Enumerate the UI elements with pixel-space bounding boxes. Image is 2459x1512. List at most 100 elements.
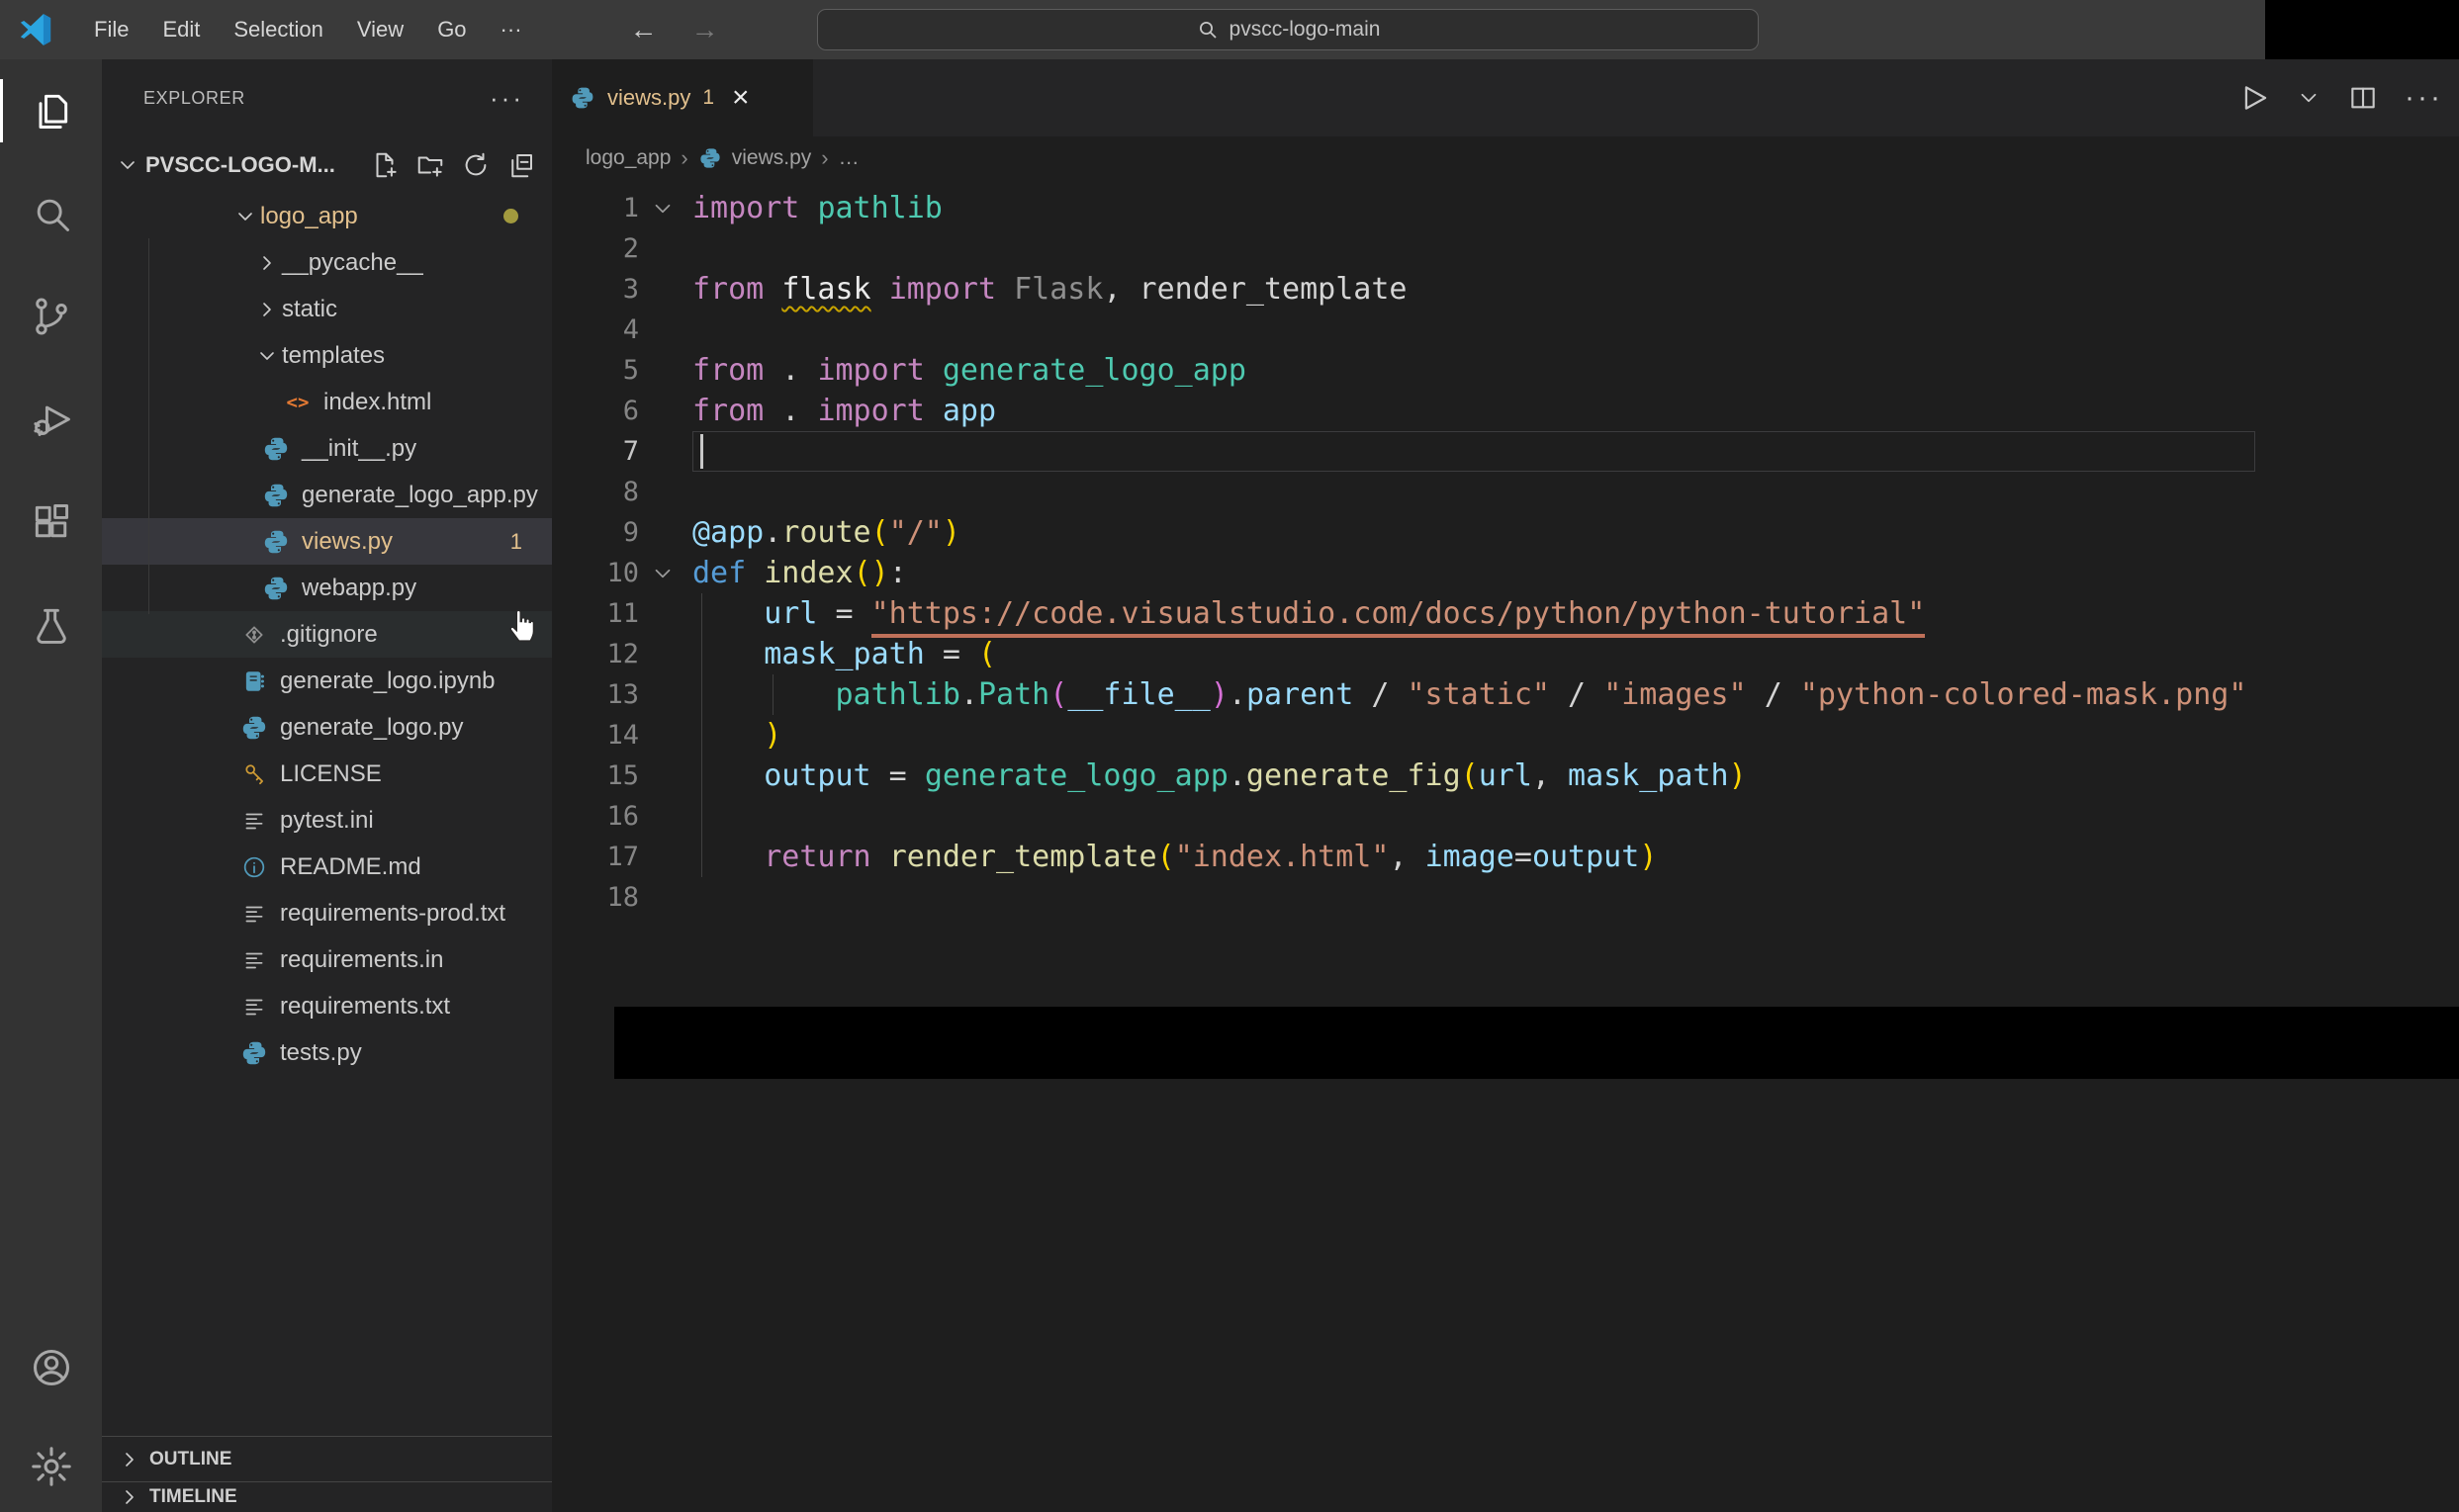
- new-file-button[interactable]: [370, 150, 400, 180]
- code-token: mask_path: [764, 637, 925, 671]
- nav-forward-button[interactable]: →: [691, 14, 719, 45]
- tree-item-label: README.md: [280, 852, 421, 880]
- code-line-8[interactable]: 8: [552, 472, 2459, 512]
- code-token: (: [1049, 677, 1068, 712]
- tree-item-generate-logo-app.py[interactable]: generate_logo_app.py: [102, 472, 552, 518]
- refresh-button[interactable]: [461, 150, 491, 180]
- outline-section-header[interactable]: OUTLINE: [102, 1436, 552, 1481]
- code-token: .: [1228, 758, 1246, 793]
- code-token: url: [764, 596, 818, 631]
- project-root-folder[interactable]: PVSCC-LOGO-M...: [102, 136, 552, 193]
- activitybar-search-button[interactable]: [0, 162, 102, 265]
- problems-badge: 1: [509, 528, 522, 554]
- code-line-11[interactable]: 11 url = "https://code.visualstudio.com/…: [552, 593, 2459, 638]
- tree-item-requirements.in[interactable]: requirements.in: [102, 936, 552, 983]
- tab-views-py[interactable]: views.py 1 ×: [552, 59, 813, 136]
- new-folder-button[interactable]: [415, 150, 445, 180]
- code-line-16[interactable]: 16: [552, 796, 2459, 837]
- notebook-file-icon: [240, 667, 268, 695]
- more-menus-button[interactable]: ···: [484, 0, 539, 59]
- tree-item-requirements.txt[interactable]: requirements.txt: [102, 983, 552, 1029]
- activitybar-testing-button[interactable]: [0, 574, 102, 676]
- code-line-7[interactable]: 7: [552, 431, 2459, 472]
- tree-item-tests.py[interactable]: tests.py: [102, 1029, 552, 1076]
- code-line-2[interactable]: 2: [552, 228, 2459, 269]
- line-number: 10: [606, 558, 639, 588]
- git-file-icon: [240, 621, 268, 649]
- tree-item-views.py[interactable]: views.py 1: [102, 518, 552, 565]
- command-center-search[interactable]: pvscc-logo-main: [817, 9, 1759, 50]
- code-token: .: [764, 515, 782, 550]
- menu-file[interactable]: File: [77, 0, 145, 59]
- code-line-17[interactable]: 17 return render_template("index.html", …: [552, 837, 2459, 877]
- tree-item-static[interactable]: static: [102, 286, 552, 332]
- tree-item-.gitignore[interactable]: .gitignore: [102, 611, 552, 658]
- close-icon[interactable]: ×: [732, 83, 750, 113]
- code-line-4[interactable]: 4: [552, 310, 2459, 350]
- collapse-all-button[interactable]: [506, 150, 536, 180]
- code-line-13[interactable]: 13 pathlib.Path(__file__).parent / "stat…: [552, 674, 2459, 715]
- tree-item--init-.py[interactable]: __init__.py: [102, 425, 552, 472]
- fold-chevron-icon[interactable]: [639, 561, 686, 586]
- activitybar-explorer-button[interactable]: [0, 59, 102, 162]
- activity-bar: [0, 59, 102, 1512]
- code-line-9[interactable]: 9 @app.route("/"): [552, 512, 2459, 553]
- line-number: 2: [622, 233, 639, 264]
- nav-back-button[interactable]: ←: [630, 14, 658, 45]
- tree-item-pytest.ini[interactable]: pytest.ini: [102, 797, 552, 844]
- line-number: 14: [606, 720, 639, 751]
- more-actions-button[interactable]: ···: [2405, 81, 2443, 115]
- activitybar-extensions-button[interactable]: [0, 471, 102, 574]
- tree-item-label: requirements.in: [280, 945, 444, 973]
- code-line-1[interactable]: 1 import pathlib: [552, 188, 2459, 228]
- code-token: app: [942, 394, 997, 428]
- tree-item-index.html[interactable]: <> index.html: [102, 379, 552, 425]
- run-button[interactable]: [2236, 81, 2270, 115]
- activitybar-source-control-button[interactable]: [0, 265, 102, 368]
- breadcrumb-symbol[interactable]: …: [839, 146, 860, 170]
- code-line-5[interactable]: 5 from . import generate_logo_app: [552, 350, 2459, 391]
- breadcrumb-file[interactable]: views.py: [732, 146, 812, 170]
- code-line-3[interactable]: 3 from flask import Flask, render_templat…: [552, 269, 2459, 310]
- code-line-18[interactable]: 18: [552, 877, 2459, 918]
- fold-chevron-icon[interactable]: [639, 196, 686, 222]
- menu-selection[interactable]: Selection: [217, 0, 340, 59]
- tree-item-requirements-prod.txt[interactable]: requirements-prod.txt: [102, 890, 552, 936]
- tree-item-license[interactable]: LICENSE: [102, 751, 552, 797]
- menu-go[interactable]: Go: [420, 0, 483, 59]
- outline-label: OUTLINE: [149, 1448, 232, 1469]
- activitybar-settings-button[interactable]: [0, 1417, 102, 1512]
- code-editor[interactable]: 1 import pathlib 2 3 from flask import Flask…: [552, 180, 2459, 1512]
- explorer-more-actions-button[interactable]: ···: [490, 83, 524, 114]
- code-line-10[interactable]: 10 def index():: [552, 553, 2459, 593]
- run-dropdown-button[interactable]: [2296, 85, 2322, 111]
- tree-item-generate-logo.py[interactable]: generate_logo.py: [102, 704, 552, 751]
- tree-item-templates[interactable]: templates: [102, 332, 552, 379]
- tree-item-logo-app[interactable]: logo_app: [102, 193, 552, 239]
- code-line-6[interactable]: 6 from . import app: [552, 391, 2459, 431]
- account-icon: [29, 1345, 74, 1390]
- tree-item-generate-logo.ipynb[interactable]: generate_logo.ipynb: [102, 658, 552, 704]
- code-text: @app.route("/"): [686, 515, 960, 550]
- menu-view[interactable]: View: [340, 0, 420, 59]
- breadcrumb-folder[interactable]: logo_app: [586, 146, 671, 170]
- activitybar-run-debug-button[interactable]: [0, 368, 102, 471]
- code-line-14[interactable]: 14 ): [552, 715, 2459, 756]
- command-center-query: pvscc-logo-main: [1229, 18, 1381, 41]
- tree-item--pycache-[interactable]: __pycache__: [102, 239, 552, 286]
- code-token: ): [1210, 677, 1229, 712]
- split-editor-button[interactable]: [2347, 82, 2379, 114]
- vscode-window: File Edit Selection View Go ··· ← → pvscc-log…: [0, 0, 2459, 1512]
- timeline-section-header[interactable]: TIMELINE: [102, 1481, 552, 1512]
- line-number: 1: [622, 193, 639, 223]
- code-token: parent: [1245, 677, 1354, 712]
- code-line-12[interactable]: 12 mask_path = (: [552, 634, 2459, 674]
- tree-item-readme.md[interactable]: README.md: [102, 844, 552, 890]
- files-icon: [30, 89, 73, 133]
- menu-edit[interactable]: Edit: [145, 0, 217, 59]
- code-line-15[interactable]: 15 output = generate_logo_app.generate_f…: [552, 756, 2459, 796]
- tree-item-webapp.py[interactable]: webapp.py: [102, 565, 552, 611]
- activitybar-account-button[interactable]: [0, 1318, 102, 1417]
